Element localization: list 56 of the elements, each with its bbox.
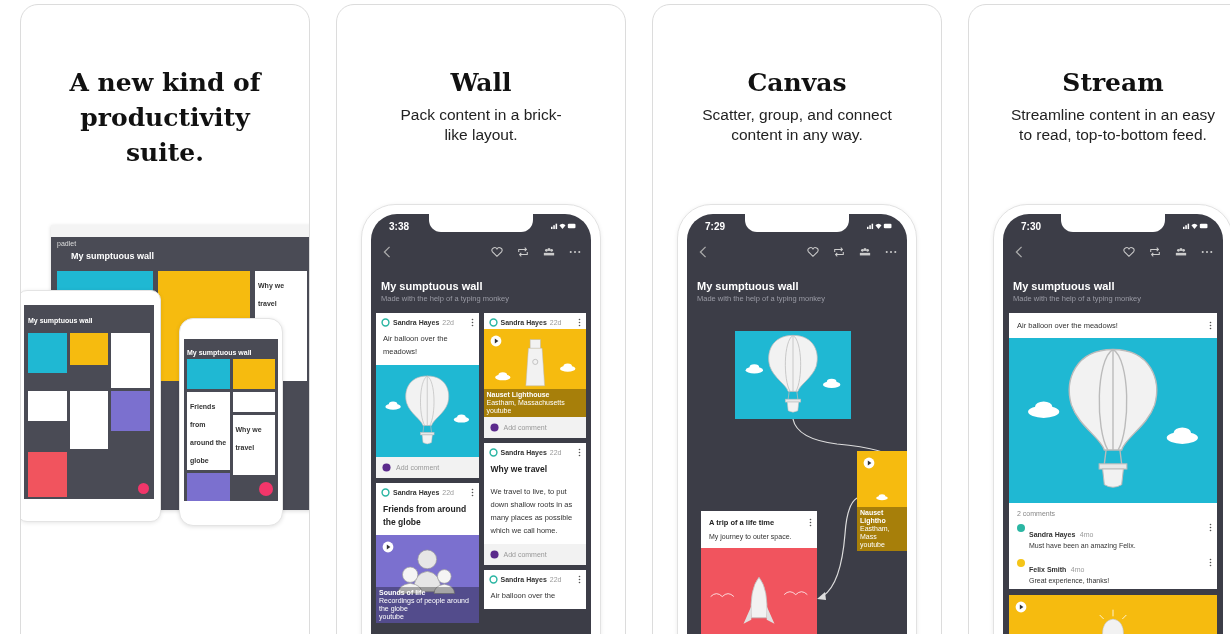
lamp-drawing [1099,609,1127,634]
play-icon[interactable] [489,335,502,347]
repost-icon[interactable] [1149,246,1161,258]
avatar-icon [382,463,391,472]
back-icon[interactable] [1013,246,1025,258]
board-title: My sumptuous wall [697,280,800,292]
cloud-drawing [876,494,888,501]
post-card [111,333,150,388]
repost-icon[interactable] [833,246,845,258]
status-icons [867,222,893,230]
panel-title: Wall [450,67,512,99]
image-tile [28,452,67,497]
avatar-icon [488,448,498,457]
board-title: My sumptuous wall [71,251,155,261]
status-icons [1183,222,1209,230]
panel-subtitle: Pack content in a brick-like layout. [399,105,563,145]
heart-icon[interactable] [491,246,503,258]
image-tile [187,359,230,389]
play-icon[interactable] [863,457,875,469]
repost-icon[interactable] [517,246,529,258]
heart-icon[interactable] [807,246,819,258]
avatar-icon [489,550,499,559]
avatar-icon [488,318,498,327]
heart-icon[interactable] [1123,246,1135,258]
board-title: My sumptuous wall [1013,280,1116,292]
people-icon[interactable] [1175,246,1187,258]
avatar-icon [489,423,499,432]
post-card [28,391,67,421]
panel-title: Canvas [747,67,847,99]
image-tile [111,391,150,431]
avatar-icon [381,318,390,327]
board-title: My sumptuous wall [381,280,484,292]
post-title: Why we travel [489,463,549,476]
back-icon[interactable] [697,246,709,258]
avatar-icon [488,575,498,584]
image-tile [69,333,109,365]
image-tile [28,333,67,373]
status-time: 7:29 [705,220,725,232]
back-icon[interactable] [381,246,393,258]
post-card [232,392,275,412]
post-title: Friends from around the globe [382,503,468,529]
panel-subtitle: Scatter, group, and connect content in any way. [701,105,893,145]
people-icon[interactable] [543,246,555,258]
status-icons [551,222,577,230]
status-time: 3:38 [389,220,409,232]
play-icon[interactable] [382,541,394,553]
play-icon[interactable] [1015,601,1027,613]
post-card [69,391,109,449]
status-time: 7:30 [1021,220,1041,232]
people-icon[interactable] [859,246,871,258]
panel-title: Stream [1062,67,1164,99]
panel-subtitle: Streamline content in an easy to read, top-to-bottom feed. [1009,105,1217,145]
image-tile [232,359,275,389]
avatar-icon [381,488,390,497]
image-tile [187,473,230,501]
panel-title: A new kind of productivity suite. [68,67,263,169]
